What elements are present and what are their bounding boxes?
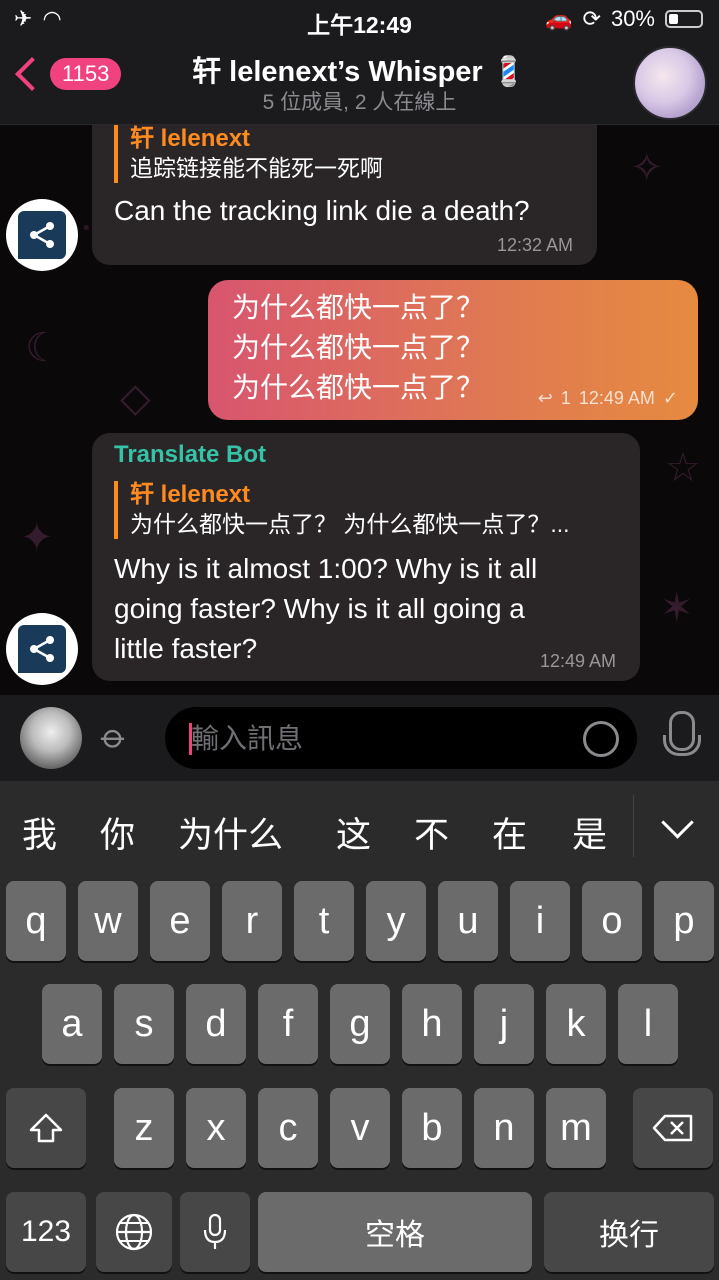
key-n[interactable]: n	[474, 1088, 534, 1168]
key-u[interactable]: u	[438, 881, 498, 961]
key-q[interactable]: q	[6, 881, 66, 961]
shift-key[interactable]	[6, 1088, 86, 1168]
return-key[interactable]: 换行	[544, 1192, 714, 1272]
reply-preview[interactable]: 轩 lelenext 为什么都快一点了？ 为什么都快一点了？...	[114, 481, 630, 539]
key-x[interactable]: x	[186, 1088, 246, 1168]
chat-subtitle: 5 位成員, 2 人在線上	[262, 91, 457, 114]
status-bar: ✈ ◠ 上午12:49 🚗 ⟳ 30%	[0, 0, 719, 40]
candidate-word[interactable]: 这	[336, 807, 371, 858]
my-avatar[interactable]	[20, 707, 82, 769]
message-line: going faster? Why is it all going a	[114, 593, 525, 624]
candidate-word[interactable]: 我	[22, 807, 57, 858]
key-s[interactable]: s	[114, 984, 174, 1064]
collapse-icon[interactable]	[661, 806, 694, 839]
message-line: 为什么都快一点了？	[232, 372, 485, 403]
key-j[interactable]: j	[474, 984, 534, 1064]
globe-icon	[115, 1213, 153, 1251]
chat-title[interactable]: 轩 lelenext’s Whisper 💈	[0, 48, 719, 90]
battery-icon	[665, 10, 703, 28]
reply-sender: 轩 lelenext	[130, 125, 251, 152]
key-f[interactable]: f	[258, 984, 318, 1064]
message-bubble[interactable]: Translate Bot 轩 lelenext 为什么都快一点了？ 为什么都快…	[92, 433, 640, 681]
reply-arrow-icon: ↩	[537, 388, 553, 408]
reply-sender: 轩 lelenext	[130, 481, 251, 508]
diamond-pattern-icon: ◇	[120, 376, 151, 420]
message-text: Can the tracking link die a death?	[114, 195, 530, 226]
key-a[interactable]: a	[42, 984, 102, 1064]
paperclip-icon[interactable]: ⌀	[93, 716, 136, 759]
key-k[interactable]: k	[546, 984, 606, 1064]
key-h[interactable]: h	[402, 984, 462, 1064]
chat-header: 1153 轩 lelenext’s Whisper 💈 5 位成員, 2 人在線…	[0, 40, 719, 125]
candidate-bar: 我 你 为什么 这 不 在 是	[0, 781, 719, 877]
car-icon: 🚗	[545, 6, 573, 31]
star-pattern-icon: ✧	[630, 146, 664, 190]
message-sender[interactable]: Translate Bot	[114, 441, 266, 469]
bot-avatar[interactable]	[6, 613, 78, 685]
message-time: 12:49 AM	[539, 651, 616, 671]
key-y[interactable]: y	[366, 881, 426, 961]
shift-icon	[29, 1113, 63, 1143]
star-pattern-icon: ✶	[660, 586, 694, 630]
sticker-icon[interactable]	[583, 721, 619, 757]
share-bot-icon	[30, 222, 54, 248]
message-time: 12:32 AM	[496, 235, 573, 255]
star-pattern-icon: ☆	[665, 446, 701, 490]
key-i[interactable]: i	[510, 881, 570, 961]
lock-rotation-icon: ⟳	[582, 6, 601, 31]
key-l[interactable]: l	[618, 984, 678, 1064]
key-b[interactable]: b	[402, 1088, 462, 1168]
message-input-container[interactable]	[165, 707, 637, 771]
composer-bar: ⌀	[0, 695, 719, 781]
reply-preview[interactable]: 轩 lelenext 追踪链接能不能死一死啊	[114, 125, 590, 183]
keyboard-mic-icon	[203, 1213, 227, 1249]
reply-text: 追踪链接能不能死一死啊	[130, 155, 383, 181]
key-v[interactable]: v	[330, 1088, 390, 1168]
key-r[interactable]: r	[222, 881, 282, 961]
message-line: 为什么都快一点了？	[232, 292, 485, 323]
message-bubble[interactable]: 轩 lelenext 追踪链接能不能死一死啊 Can the tracking …	[92, 125, 597, 265]
candidate-word[interactable]: 你	[100, 807, 135, 858]
numbers-key[interactable]: 123	[6, 1192, 86, 1272]
candidate-word[interactable]: 为什么	[178, 807, 283, 858]
reply-text: 为什么都快一点了？ 为什么都快一点了？...	[130, 511, 570, 537]
star-pattern-icon: ✦	[20, 516, 54, 560]
message-list[interactable]: ✧ ◇ ☆ ✦ ✶ ☾ 轩 lelenext 追踪链接能不能死一死啊 Can t…	[0, 125, 719, 695]
message-line: little faster?	[114, 633, 258, 664]
outgoing-message-bubble[interactable]: 为什么都快一点了？ 为什么都快一点了？ 为什么都快一点了？ ↩ 1 12:49 …	[208, 280, 698, 420]
key-d[interactable]: d	[186, 984, 246, 1064]
space-key[interactable]: 空格	[258, 1192, 532, 1272]
key-m[interactable]: m	[546, 1088, 606, 1168]
candidate-word[interactable]: 不	[414, 807, 449, 858]
key-z[interactable]: z	[114, 1088, 174, 1168]
keyboard: 我 你 为什么 这 不 在 是 q w e r t y u i o p a s …	[0, 781, 719, 1280]
group-avatar[interactable]	[633, 46, 707, 120]
key-g[interactable]: g	[330, 984, 390, 1064]
battery-percent: 30%	[610, 6, 655, 31]
backspace-key[interactable]	[633, 1088, 713, 1168]
read-check-icon: ✓	[662, 388, 678, 408]
dictation-key[interactable]	[180, 1192, 250, 1272]
key-o[interactable]: o	[582, 881, 642, 961]
key-w[interactable]: w	[78, 881, 138, 961]
backspace-icon	[652, 1114, 693, 1142]
key-p[interactable]: p	[654, 881, 714, 961]
bot-avatar[interactable]	[6, 199, 78, 271]
message-line: Why is it almost 1:00? Why is it all	[114, 553, 538, 584]
key-t[interactable]: t	[294, 881, 354, 961]
key-e[interactable]: e	[150, 881, 210, 961]
message-line: 为什么都快一点了？	[232, 332, 485, 363]
candidate-word[interactable]: 在	[492, 807, 527, 858]
reply-count: 1	[560, 388, 571, 408]
message-input[interactable]	[189, 707, 573, 771]
globe-key[interactable]	[96, 1192, 172, 1272]
message-time: 12:49 AM	[578, 388, 655, 408]
share-bot-icon	[30, 636, 54, 662]
moon-pattern-icon: ☾	[25, 326, 61, 370]
candidate-word[interactable]: 是	[572, 807, 607, 858]
key-c[interactable]: c	[258, 1088, 318, 1168]
